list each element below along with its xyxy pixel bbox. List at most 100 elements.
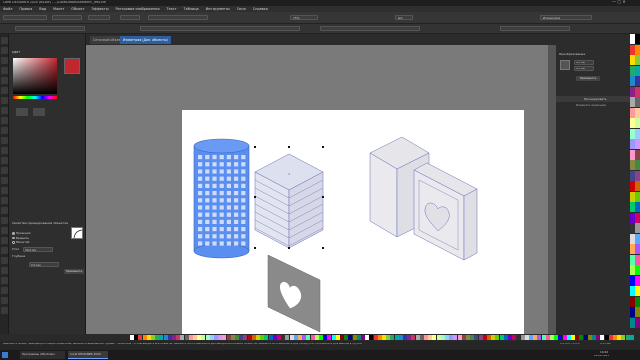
depth-input[interactable]: 0.0 мм	[29, 262, 59, 267]
apply-projection-button[interactable]: Применить	[64, 269, 84, 274]
tool-icon[interactable]	[1, 127, 8, 134]
tool-icon[interactable]	[1, 247, 8, 254]
palette-swatch[interactable]	[635, 181, 640, 191]
transform-x-input[interactable]: 0.0 мм	[574, 60, 594, 65]
palette-swatch[interactable]	[635, 202, 640, 212]
tool-icon[interactable]	[1, 207, 8, 214]
tool-icon[interactable]	[1, 167, 8, 174]
tool-icon[interactable]	[1, 37, 8, 44]
tool-icon[interactable]	[1, 197, 8, 204]
tool-icon[interactable]	[1, 57, 8, 64]
palette-swatch[interactable]	[635, 212, 640, 223]
rotation-box[interactable]	[120, 15, 140, 20]
palette-swatch[interactable]	[635, 139, 640, 149]
palette-swatch[interactable]	[635, 307, 640, 317]
property-group-3[interactable]	[320, 26, 420, 31]
palette-swatch[interactable]	[635, 118, 640, 128]
tool-icon[interactable]	[1, 237, 8, 244]
palette-swatch[interactable]	[635, 286, 640, 296]
tool-icon[interactable]	[1, 117, 8, 124]
tool-icon[interactable]	[1, 267, 8, 274]
zoom-level[interactable]: 75%	[290, 15, 318, 20]
align-tools[interactable]	[148, 15, 208, 20]
property-group-2[interactable]	[140, 26, 300, 31]
radio-icon[interactable]	[12, 232, 15, 235]
taskbar-item-2[interactable]: Corel DESIGNER 2020	[68, 351, 108, 359]
palette-swatch[interactable]	[635, 34, 640, 44]
tool-icon[interactable]	[1, 257, 8, 264]
color-palette	[630, 34, 640, 334]
coordinates-box[interactable]	[52, 15, 82, 20]
tool-icon[interactable]	[1, 217, 8, 224]
size-box[interactable]	[88, 15, 110, 20]
heart-panel[interactable]	[267, 254, 321, 333]
tool-icon[interactable]	[1, 177, 8, 184]
depth-value: 0.0 мм	[31, 263, 41, 267]
tool-icon[interactable]	[1, 97, 8, 104]
isometric-building-selected[interactable]: ×	[254, 146, 324, 249]
palette-swatch[interactable]	[635, 191, 640, 202]
property-group-1[interactable]	[15, 26, 85, 31]
transform-y-input[interactable]: 0.0 мм	[574, 66, 594, 71]
palette-swatch[interactable]	[635, 149, 640, 160]
projection-section-header[interactable]: Проецировать	[556, 96, 630, 102]
tool-icon[interactable]	[1, 87, 8, 94]
palette-swatch[interactable]	[635, 65, 640, 76]
palette-swatch[interactable]	[635, 44, 640, 55]
palette-swatch[interactable]	[635, 223, 640, 233]
tool-icon[interactable]	[1, 77, 8, 84]
angle-input[interactable]: 30.0 мм	[23, 247, 53, 252]
projection-option[interactable]: Масштаб	[12, 240, 30, 245]
hue-slider[interactable]	[13, 96, 57, 99]
window-controls[interactable]: — ▢ ✕	[612, 0, 626, 4]
tool-icon[interactable]	[1, 187, 8, 194]
palette-swatch[interactable]	[635, 244, 640, 254]
current-color-swatch	[64, 58, 80, 74]
color-picker-square[interactable]	[13, 58, 57, 94]
transform-x-value: 0.0 мм	[576, 61, 585, 64]
palette-swatch[interactable]	[635, 55, 640, 65]
tool-icon[interactable]	[1, 227, 8, 234]
palette-swatch[interactable]	[635, 275, 640, 286]
anchor-selector[interactable]	[560, 60, 570, 70]
tool-icon[interactable]	[1, 107, 8, 114]
palette-swatch[interactable]	[635, 107, 640, 118]
tab-document-2[interactable]: Изометрия (Доп. объекты)	[120, 36, 171, 44]
tool-icon[interactable]	[1, 67, 8, 74]
taskbar-item-1[interactable]: Программы (Windows)	[20, 351, 65, 359]
tool-icon[interactable]	[1, 147, 8, 154]
isometric-block-heart[interactable]	[413, 162, 478, 261]
palette-swatch[interactable]	[635, 296, 640, 307]
palette-swatch[interactable]	[635, 317, 640, 328]
blue-cylinder[interactable]	[193, 138, 250, 259]
eyedropper-button[interactable]	[16, 108, 28, 116]
palette-swatch[interactable]	[635, 97, 640, 107]
color-mode-button[interactable]	[33, 108, 45, 116]
tool-icon[interactable]	[1, 47, 8, 54]
new-document-button[interactable]	[3, 15, 47, 20]
palette-swatch[interactable]	[635, 170, 640, 181]
vertical-scrollbar[interactable]	[548, 45, 556, 334]
tool-icon[interactable]	[1, 277, 8, 284]
start-icon[interactable]	[2, 352, 8, 358]
palette-swatch[interactable]	[635, 160, 640, 170]
palette-swatch[interactable]	[635, 233, 640, 244]
palette-swatch[interactable]	[635, 254, 640, 265]
radio-icon[interactable]	[12, 241, 15, 244]
projection-select[interactable]: Изометрия	[540, 15, 592, 20]
palette-swatch[interactable]	[635, 128, 640, 139]
palette-swatch[interactable]	[635, 265, 640, 275]
window-title: Corel DESIGNER 2020 (64-Bit) - ...\Corel…	[3, 1, 106, 4]
palette-swatch[interactable]	[629, 335, 634, 340]
transform-apply-button[interactable]: Применить	[576, 76, 600, 81]
tool-icon[interactable]	[1, 157, 8, 164]
property-group-4[interactable]	[500, 26, 570, 31]
units-select[interactable]: мм	[395, 15, 413, 20]
palette-swatch[interactable]	[635, 76, 640, 86]
tool-icon[interactable]	[1, 137, 8, 144]
tool-icon[interactable]	[1, 297, 8, 304]
tool-icon[interactable]	[1, 287, 8, 294]
radio-icon[interactable]	[12, 236, 15, 239]
tool-icon[interactable]	[1, 307, 8, 314]
palette-swatch[interactable]	[635, 86, 640, 97]
